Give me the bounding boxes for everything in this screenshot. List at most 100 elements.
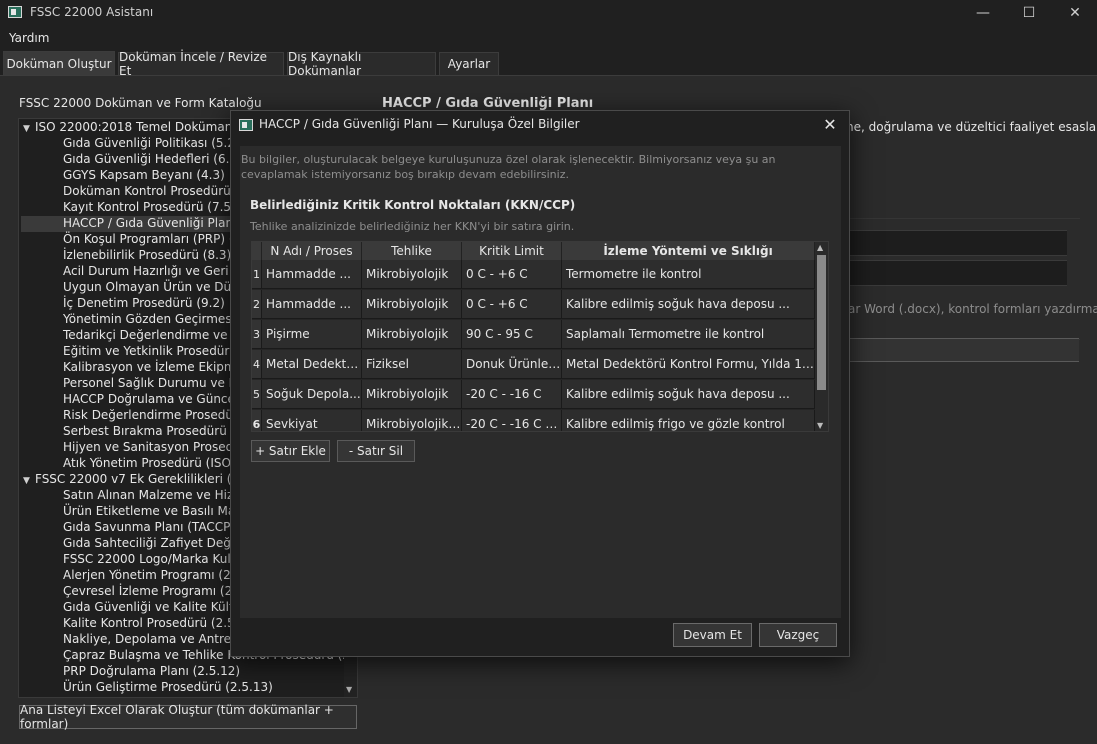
minimize-button[interactable]: — — [960, 0, 1006, 26]
table-cell[interactable]: Kalibre edilmiş soğuk hava deposu ... — [562, 380, 815, 409]
tree-item[interactable]: Atık Yönetim Prosedürü (ISO/TS — [63, 456, 250, 472]
table-cell[interactable]: Mikrobiyolojik ... — [362, 410, 462, 431]
column-header[interactable]: N Adı / Proses Adı — [262, 242, 362, 276]
row-number[interactable]: 1 — [252, 260, 262, 289]
tree-group-iso[interactable]: ▼ ISO 22000:2018 Temel Dokümante B — [23, 120, 256, 136]
remove-row-button[interactable]: - Satır Sil — [337, 440, 415, 462]
maximize-button[interactable]: ☐ — [1006, 0, 1052, 26]
window-close-button[interactable]: ✕ — [1052, 0, 1097, 26]
minimize-icon: — — [976, 5, 990, 21]
row-number[interactable]: 2 — [252, 290, 262, 319]
table-cell[interactable]: 90 C - 95 C — [462, 320, 562, 349]
row-number[interactable]: 6 — [252, 410, 262, 431]
tree-item[interactable]: Çevresel İzleme Programı (2.5.7 — [63, 584, 255, 600]
table-cell[interactable]: Saplamalı Termometre ile kontrol — [562, 320, 815, 349]
table-cell[interactable]: Mikrobiyolojik — [362, 290, 462, 319]
tree-item[interactable]: Uygun Olmayan Ürün ve Düzelt — [63, 280, 253, 296]
table-cell[interactable]: Fiziksel — [362, 350, 462, 379]
ccp-dialog: HACCP / Gıda Güvenliği Planı — Kuruluşa … — [230, 110, 850, 657]
generate-excel-button[interactable]: Ana Listeyi Excel Olarak Oluştur (tüm do… — [19, 703, 357, 731]
table-scrollbar[interactable]: ▲ ▼ — [815, 242, 828, 431]
table-cell[interactable]: Soğuk Depola... — [262, 380, 362, 409]
row-number[interactable]: 4 — [252, 350, 262, 379]
tree-item[interactable]: Tedarikçi Değerlendirme ve Ona — [63, 328, 256, 344]
generate-button[interactable] — [846, 338, 1079, 362]
tree-item[interactable]: Hijyen ve Sanitasyon Prosedürü — [63, 440, 253, 456]
column-header[interactable]: Kritik Limit — [462, 242, 562, 260]
table-cell[interactable]: Metal Dedektörü — [262, 350, 362, 379]
table-cell[interactable]: -20 C - -16 C ve... — [462, 410, 562, 431]
tree-item[interactable]: HACCP Doğrulama ve Güncelle — [63, 392, 249, 408]
table-cell[interactable]: Kalibre edilmiş frigo ve gözle kontrol — [562, 410, 815, 431]
tab-create-document[interactable]: Doküman Oluştur — [3, 51, 115, 75]
section-title: Belirlediğiniz Kritik Kontrol Noktaları … — [250, 198, 576, 212]
main-tabs: Doküman Oluştur Doküman İncele / Revize … — [0, 50, 1097, 78]
document-description: ne, doğrulama ve düzeltici faaliyet esas… — [846, 120, 1097, 134]
scroll-thumb[interactable] — [817, 255, 826, 390]
table-cell[interactable]: Hammadde ... — [262, 260, 362, 289]
tree-item[interactable]: Ürün Etiketleme ve Basılı Mater — [63, 504, 252, 520]
tree-item[interactable]: Ürün Geliştirme Prosedürü (2.5.13) — [63, 680, 273, 696]
tree-item[interactable]: Gıda Savunma Planı (TACCP) (2 — [63, 520, 251, 536]
output-note: ar Word (.docx), kontrol formları yazdır… — [848, 302, 1097, 316]
tree-item[interactable]: Ön Koşul Programları (PRP) (8. — [63, 232, 245, 248]
cancel-button[interactable]: Vazgeç — [759, 623, 837, 647]
ccp-table[interactable]: N Adı / Proses Adı Tehlike Kritik Limit … — [251, 241, 829, 432]
tree-item[interactable]: Risk Değerlendirme Prosedürü — [63, 408, 246, 424]
tab-external-documents[interactable]: Dış Kaynaklı Dokümanlar — [287, 50, 436, 78]
expand-arrow-icon: ▼ — [23, 124, 30, 134]
table-cell[interactable]: Donuk Ürünler... — [462, 350, 562, 379]
tree-item[interactable]: Doküman Kontrol Prosedürü (7 — [63, 184, 247, 200]
tree-item[interactable]: Kalibrasyon ve İzleme Ekipmanı — [63, 360, 254, 376]
tree-group-fssc[interactable]: ▼ FSSC 22000 v7 Ek Gereklilikleri (17 M — [23, 472, 261, 488]
table-cell[interactable]: Kalibre edilmiş soğuk hava deposu ... — [562, 290, 815, 319]
tree-item[interactable]: Kalite Kontrol Prosedürü (2.5.9) — [63, 616, 251, 632]
tree-item[interactable]: İzlenebilirlik Prosedürü (8.3) — [63, 248, 231, 264]
tree-item[interactable]: Acil Durum Hazırlığı ve Geri Çek — [63, 264, 255, 280]
tree-item[interactable]: PRP Doğrulama Planı (2.5.12) — [63, 664, 240, 680]
tree-item[interactable]: FSSC 22000 Logo/Marka Kullanı — [63, 552, 252, 568]
tree-item[interactable]: Satın Alınan Malzeme ve Hizme — [63, 488, 252, 504]
table-cell[interactable]: Hammadde ... — [262, 290, 362, 319]
add-row-button[interactable]: + Satır Ekle — [251, 440, 330, 462]
table-cell[interactable]: Metal Dedektörü Kontrol Formu, Yılda 1 S… — [562, 350, 815, 379]
table-cell[interactable]: 0 C - +6 C — [462, 290, 562, 319]
tree-item[interactable]: Kayıt Kontrol Prosedürü (7.5.3) — [63, 200, 247, 216]
tree-item[interactable]: Gıda Güvenliği Hedefleri (6.2) — [63, 152, 242, 168]
tree-item[interactable]: İç Denetim Prosedürü (9.2) — [63, 296, 225, 312]
menu-help[interactable]: Yardım — [9, 31, 49, 45]
tree-item[interactable]: Yönetimin Gözden Geçirmesi Pr — [63, 312, 251, 328]
tab-settings[interactable]: Ayarlar — [439, 52, 499, 75]
table-cell[interactable]: -20 C - -16 C — [462, 380, 562, 409]
tree-item[interactable]: Alerjen Yönetim Programı (2.5.6 — [63, 568, 254, 584]
tree-item[interactable]: Gıda Güvenliği Politikası (5.2) — [63, 136, 240, 152]
row-number[interactable]: 3 — [252, 320, 262, 349]
table-cell[interactable]: Pişirme — [262, 320, 362, 349]
scroll-up-icon[interactable]: ▲ — [817, 243, 823, 252]
table-header: N Adı / Proses Adı Tehlike Kritik Limit … — [252, 242, 815, 276]
scroll-down-icon[interactable]: ▼ — [346, 685, 352, 694]
info-field[interactable] — [846, 230, 1067, 256]
tree-item[interactable]: GGYS Kapsam Beyanı (4.3) — [63, 168, 225, 184]
table-cell[interactable]: Termometre ile kontrol — [562, 260, 815, 289]
table-cell[interactable]: Mikrobiyolojik — [362, 260, 462, 289]
tree-item[interactable]: Nakliye, Depolama ve Antrepo P — [63, 632, 257, 648]
column-header[interactable]: İzleme Yöntemi ve Sıklığı — [562, 242, 815, 260]
tree-item[interactable]: Serbest Bırakma Prosedürü (ISO — [63, 424, 256, 440]
continue-button[interactable]: Devam Et — [673, 623, 752, 647]
table-cell[interactable]: 0 C - +6 C — [462, 260, 562, 289]
row-number[interactable]: 5 — [252, 380, 262, 409]
table-row: 4 Metal Dedektörü Fiziksel Donuk Ürünler… — [252, 350, 815, 380]
dialog-title: HACCP / Gıda Güvenliği Planı — Kuruluşa … — [259, 117, 580, 131]
table-cell[interactable]: Mikrobiyolojik — [362, 320, 462, 349]
scroll-down-icon[interactable]: ▼ — [817, 421, 823, 430]
table-cell[interactable]: Mikrobiyolojik — [362, 380, 462, 409]
dialog-close-button[interactable]: ✕ — [819, 113, 841, 135]
table-cell[interactable]: Sevkiyat — [262, 410, 362, 431]
tab-review-document[interactable]: Doküman İncele / Revize Et — [118, 50, 284, 78]
tree-item[interactable]: Eğitim ve Yetkinlik Prosedürü (7 — [63, 344, 253, 360]
title-bar: FSSC 22000 Asistanı — ☐ ✕ — [0, 0, 1097, 26]
column-header[interactable]: Tehlike — [362, 242, 462, 260]
info-field[interactable] — [846, 260, 1067, 286]
tree-item[interactable]: Gıda Güvenliği ve Kalite Kültürü — [63, 600, 254, 616]
